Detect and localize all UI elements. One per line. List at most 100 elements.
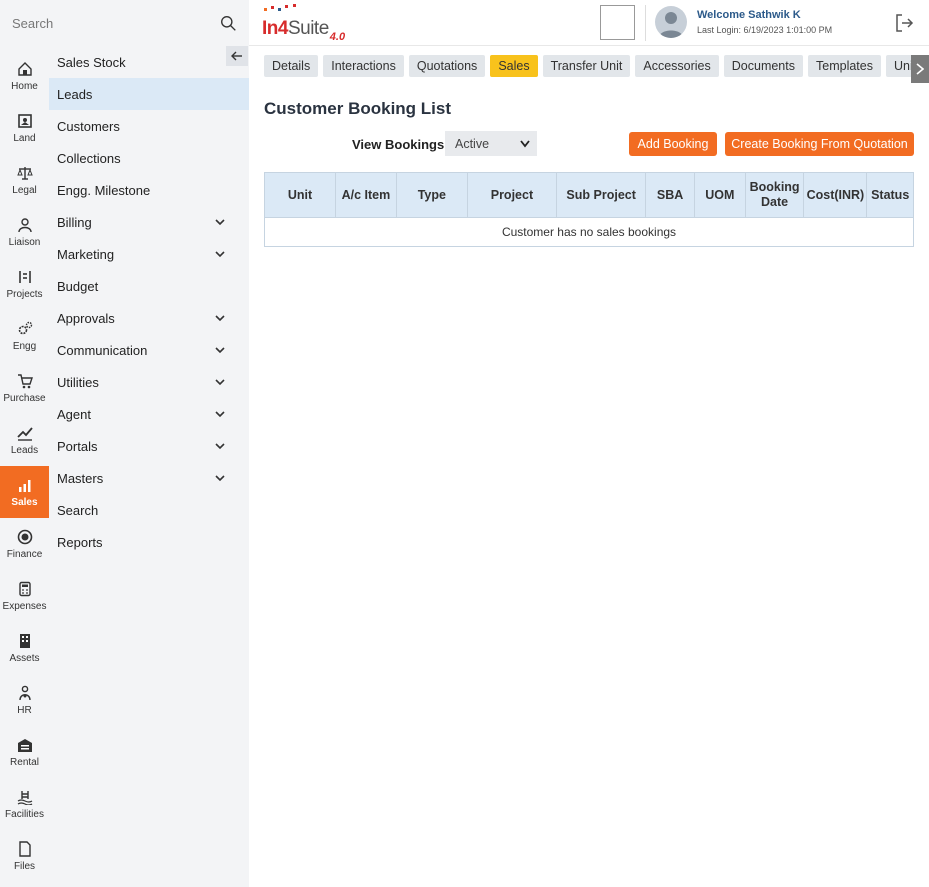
rail-item-label: Engg <box>12 340 37 352</box>
coin-icon <box>17 529 32 544</box>
user-avatar-icon <box>659 12 683 38</box>
chevron-down-icon <box>215 251 225 258</box>
create-booking-from-quotation-button[interactable]: Create Booking From Quotation <box>725 132 914 156</box>
table-row: Customer has no sales bookings <box>264 217 914 247</box>
view-bookings-label: View Bookings <box>352 137 445 152</box>
column-header-cost-inr[interactable]: Cost(INR) <box>803 172 868 218</box>
tab-templates[interactable]: Templates <box>808 55 881 77</box>
calculator-icon <box>18 581 31 596</box>
sub-item-approvals[interactable]: Approvals <box>49 302 249 334</box>
rail-item-projects[interactable]: Projects <box>0 258 49 310</box>
rail-item-engg[interactable]: Engg <box>0 310 49 362</box>
rail-item-label: Finance <box>6 548 43 560</box>
column-header-sba[interactable]: SBA <box>645 172 695 218</box>
sub-item-engg-milestone[interactable]: Engg. Milestone <box>49 174 249 206</box>
chevron-down-icon <box>520 140 530 148</box>
sub-item-collections[interactable]: Collections <box>49 142 249 174</box>
logout-icon[interactable] <box>894 13 914 33</box>
tab-unit-r[interactable]: Unit R <box>885 55 911 77</box>
tab-accessories[interactable]: Accessories <box>635 55 719 77</box>
rail-item-expenses[interactable]: Expenses <box>0 570 49 622</box>
scales-icon <box>16 166 33 180</box>
search-input[interactable]: Search <box>12 16 220 31</box>
tab-details[interactable]: Details <box>264 55 319 77</box>
sub-item-leads[interactable]: Leads <box>49 78 249 110</box>
sub-item-portals[interactable]: Portals <box>49 430 249 462</box>
tab-sales[interactable]: Sales <box>490 55 538 77</box>
rail-item-files[interactable]: Files <box>0 830 49 882</box>
search-box[interactable]: Search <box>0 0 249 46</box>
view-bookings-select[interactable]: Active <box>445 131 537 156</box>
tab-interactions[interactable]: Interactions <box>323 55 404 77</box>
rail-item-hr[interactable]: HR <box>0 674 49 726</box>
rail-item-label: Land <box>13 132 36 144</box>
column-header-project[interactable]: Project <box>466 172 558 218</box>
sub-item-marketing[interactable]: Marketing <box>49 238 249 270</box>
chevron-down-icon <box>215 219 225 226</box>
rail-item-label: Leads <box>10 444 39 456</box>
sub-item-utilities[interactable]: Utilities <box>49 366 249 398</box>
sub-item-label: Customers <box>57 118 120 134</box>
sub-item-label: Agent <box>57 406 91 422</box>
cart-icon <box>17 373 33 388</box>
column-header-unit[interactable]: Unit <box>264 172 336 218</box>
sub-item-label: Communication <box>57 342 148 358</box>
tab-quotations[interactable]: Quotations <box>408 55 486 77</box>
avatar[interactable] <box>655 6 687 38</box>
rail-item-rental[interactable]: Rental <box>0 726 49 778</box>
sub-item-masters[interactable]: Masters <box>49 462 249 494</box>
column-header-status[interactable]: Status <box>866 172 914 218</box>
rail-item-leads[interactable]: Leads <box>0 414 49 466</box>
tab-transfer-unit[interactable]: Transfer Unit <box>542 55 631 77</box>
sub-item-communication[interactable]: Communication <box>49 334 249 366</box>
divider <box>645 5 646 41</box>
empty-message: Customer has no sales bookings <box>264 217 914 247</box>
rail-item-land[interactable]: Land <box>0 102 49 154</box>
sub-item-budget[interactable]: Budget <box>49 270 249 302</box>
sub-item-label: Leads <box>57 86 93 102</box>
rail-item-label: Projects <box>6 288 43 300</box>
rail-item-legal[interactable]: Legal <box>0 154 49 206</box>
rail-item-finance[interactable]: Finance <box>0 518 49 570</box>
rail-item-label: Purchase <box>3 392 46 404</box>
rail-item-label: Home <box>11 80 38 92</box>
column-header-sub-project[interactable]: Sub Project <box>556 172 647 218</box>
sub-item-search[interactable]: Search <box>49 494 249 526</box>
column-header-booking-date[interactable]: Booking Date <box>744 172 805 218</box>
rail-item-facilities[interactable]: Facilities <box>0 778 49 830</box>
rail-item-label: Expenses <box>2 600 47 612</box>
land-icon <box>17 113 32 128</box>
sub-item-reports[interactable]: Reports <box>49 526 249 558</box>
page-title: Customer Booking List <box>264 99 452 118</box>
app-logo[interactable]: In4 Suite 4.0 <box>262 4 346 43</box>
logo-version: 4.0 <box>329 31 346 43</box>
rail-item-assets[interactable]: Assets <box>0 622 49 674</box>
column-header-uom[interactable]: UOM <box>693 172 746 218</box>
rail-item-label: Legal <box>12 184 37 196</box>
column-header-type[interactable]: Type <box>395 172 468 218</box>
logo-text-part2: Suite <box>287 18 329 39</box>
tab-documents[interactable]: Documents <box>723 55 803 77</box>
sub-item-billing[interactable]: Billing <box>49 206 249 238</box>
home-icon <box>17 61 32 76</box>
sub-item-label: Budget <box>57 278 99 294</box>
tab-scroll-right-button[interactable] <box>911 55 929 83</box>
column-header-a-c-item[interactable]: A/c Item <box>334 172 397 218</box>
rail-item-home[interactable]: Home <box>0 50 49 102</box>
sub-item-customers[interactable]: Customers <box>49 110 249 142</box>
add-booking-button[interactable]: Add Booking <box>629 132 717 156</box>
rail-item-sales[interactable]: Sales <box>0 466 49 518</box>
sub-item-sales-stock[interactable]: Sales Stock <box>49 46 249 78</box>
sub-item-label: Approvals <box>57 310 115 326</box>
chevron-down-icon <box>215 379 225 386</box>
sub-item-label: Search <box>57 502 99 518</box>
sub-item-label: Sales Stock <box>57 54 126 70</box>
person-icon <box>17 217 32 232</box>
sub-item-agent[interactable]: Agent <box>49 398 249 430</box>
top-bar: Search In4 Suite 4.0 Welcome Sathwik K Las… <box>0 0 929 46</box>
rail-item-purchase[interactable]: Purchase <box>0 362 49 414</box>
rail-item-liaison[interactable]: Liaison <box>0 206 49 258</box>
trend-icon <box>16 426 33 441</box>
people-icon <box>18 685 31 700</box>
search-icon[interactable] <box>220 15 237 32</box>
